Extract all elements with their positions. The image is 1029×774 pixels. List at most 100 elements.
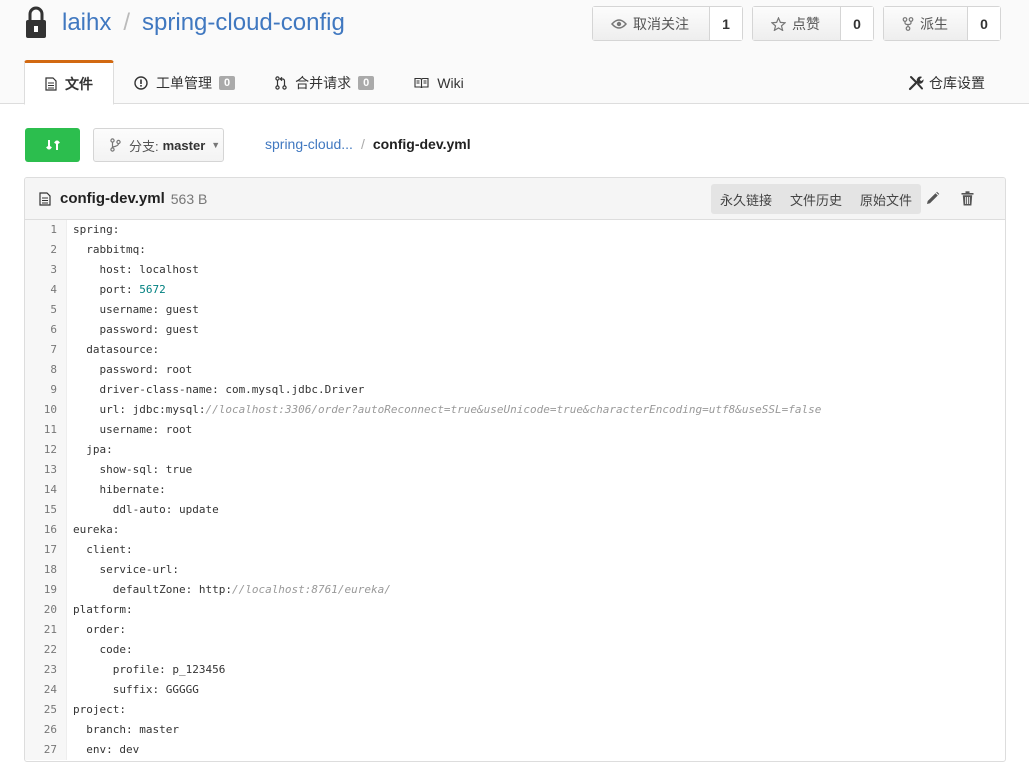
tab-pull-requests-label: 合并请求 [295,74,352,91]
line-number[interactable]: 10 [25,400,57,420]
line-number[interactable]: 15 [25,500,57,520]
tab-issues[interactable]: 工单管理 0 [114,60,255,105]
line-number[interactable]: 5 [25,300,57,320]
code-line: username: root [73,423,193,436]
line-number[interactable]: 21 [25,620,57,640]
star-count[interactable]: 0 [841,7,873,40]
code-line: spring: [73,223,120,236]
code-line: branch: master [73,723,179,736]
permalink-button[interactable]: 永久链接 [711,184,781,214]
file-size: 563 B [170,190,208,207]
breadcrumb-separator: / [360,136,365,152]
fork-group: 派生 0 [883,6,1001,41]
code-line: username: guest [73,303,199,316]
breadcrumb: spring-cloud... / config-dev.yml [265,136,471,152]
repo-owner-link[interactable]: laihx [62,9,111,37]
star-group: 点赞 0 [752,6,874,41]
code-line: show-sql: true [73,463,193,476]
tools-icon [908,75,924,90]
code-line: password: root [73,363,193,376]
code-line: ddl-auto: update [73,503,219,516]
code-line: profile: p_123456 [73,663,226,676]
code-line: rabbitmq: [73,243,146,256]
code-line: url: jdbc:mysql://localhost:3306/order?a… [73,403,822,416]
tab-files[interactable]: 文件 [24,60,114,105]
tab-settings[interactable]: 仓库设置 [908,60,985,105]
line-number[interactable]: 17 [25,540,57,560]
code-line: host: localhost [73,263,199,276]
code-line: defaultZone: http://localhost:8761/eurek… [73,583,391,596]
pencil-icon[interactable] [925,191,949,209]
compare-icon [45,140,60,150]
line-number[interactable]: 4 [25,280,57,300]
code-view: 1 2 3 4 5 6 7 8 9 10 11 12 13 14 15 16 17 18 19 20 21 22 23 24 2… [25,220,1005,760]
repo-header: laihx / spring-cloud-config 取消关注 1 点赞 0 … [0,0,1029,105]
line-number[interactable]: 2 [25,240,57,260]
code-line: service-url: [73,563,179,576]
star-label: 点赞 [792,15,820,32]
repo-tabs: 文件 工单管理 0 合并请求 0 Wiki [24,60,484,105]
line-number[interactable]: 11 [25,420,57,440]
code-lines: spring: rabbitmq: host: localhost port: … [67,220,821,760]
code-line: client: [73,543,133,556]
line-number[interactable]: 14 [25,480,57,500]
branch-name: master [162,137,206,153]
branch-selector[interactable]: 分支: master ▼ [93,128,224,162]
eye-icon [611,18,627,29]
file-name: config-dev.yml [60,190,165,207]
raw-file-button[interactable]: 原始文件 [851,184,921,214]
repo-separator: / [123,9,131,36]
line-number[interactable]: 24 [25,680,57,700]
watch-count[interactable]: 1 [710,7,742,40]
tab-settings-label: 仓库设置 [929,74,985,91]
watch-label: 取消关注 [633,15,689,32]
star-icon [771,16,786,31]
line-number[interactable]: 20 [25,600,57,620]
line-number[interactable]: 6 [25,320,57,340]
file-viewer: config-dev.yml 563 B 永久链接 文件历史 原始文件 1234… [24,177,1006,762]
tab-wiki-label: Wiki [437,74,464,91]
file-action-group: 永久链接 文件历史 原始文件 [710,184,921,214]
line-number[interactable]: 26 [25,720,57,740]
code-line: eureka: [73,523,120,536]
line-number[interactable]: 22 [25,640,57,660]
line-numbers: 1 2 3 4 5 6 7 8 9 10 11 12 13 14 15 16 17 18 19 20 21 22 23 24 2… [25,220,67,760]
code-line: port: 5672 [73,283,166,296]
code-line: code: [73,643,133,656]
issue-icon [134,75,148,90]
line-number[interactable]: 23 [25,660,57,680]
code-line: project: [73,703,126,716]
tab-pull-requests[interactable]: 合并请求 0 [255,60,394,105]
line-number[interactable]: 18 [25,560,57,580]
line-number[interactable]: 1 [25,220,57,240]
compare-button[interactable] [25,128,80,162]
branch-icon [110,138,121,152]
line-number[interactable]: 19 [25,580,57,600]
issues-count-badge: 0 [219,75,236,90]
tab-issues-label: 工单管理 [156,74,212,91]
branch-prefix: 分支: [129,138,159,154]
tab-wiki[interactable]: Wiki [394,60,483,105]
file-history-button[interactable]: 文件历史 [781,184,851,214]
line-number[interactable]: 12 [25,440,57,460]
line-number[interactable]: 13 [25,460,57,480]
file-header: config-dev.yml 563 B 永久链接 文件历史 原始文件 [25,178,1005,220]
pull-requests-count-badge: 0 [358,75,375,90]
trash-icon[interactable] [961,191,983,209]
line-number[interactable]: 8 [25,360,57,380]
code-line: env: dev [73,743,140,756]
book-icon [414,77,429,88]
line-number[interactable]: 27 [25,740,57,760]
line-number[interactable]: 7 [25,340,57,360]
watch-button[interactable]: 取消关注 [593,7,710,40]
breadcrumb-parent-link[interactable]: spring-cloud... [265,136,353,152]
line-number[interactable]: 25 [25,700,57,720]
repo-name-link[interactable]: spring-cloud-config [142,9,345,37]
star-button[interactable]: 点赞 [753,7,841,40]
fork-count[interactable]: 0 [968,7,1000,40]
line-number[interactable]: 16 [25,520,57,540]
line-number[interactable]: 3 [25,260,57,280]
line-number[interactable]: 9 [25,380,57,400]
code-line: suffix: GGGGG [73,683,199,696]
fork-button[interactable]: 派生 [884,7,968,40]
